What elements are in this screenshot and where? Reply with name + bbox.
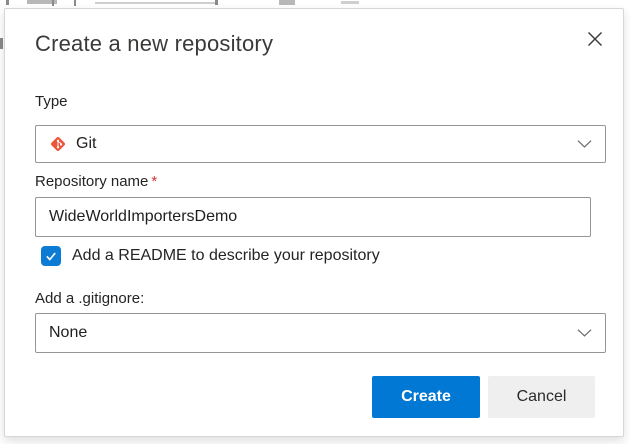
- gitignore-label: Add a .gitignore:: [35, 290, 145, 307]
- repository-name-label-text: Repository name: [35, 173, 149, 190]
- type-dropdown-value: Git: [76, 135, 97, 152]
- gitignore-dropdown[interactable]: None: [35, 313, 606, 353]
- repository-name-input[interactable]: [35, 197, 591, 237]
- git-icon: [49, 135, 67, 153]
- screen: Create a new repository Type Git Reposit…: [0, 0, 630, 444]
- background-fragment: [95, 2, 215, 4]
- repository-name-label: Repository name *: [35, 173, 157, 190]
- chevron-down-icon: [577, 140, 592, 148]
- background-fragment: [215, 0, 218, 5]
- readme-checkbox[interactable]: [41, 246, 61, 266]
- create-repository-dialog: Create a new repository Type Git Reposit…: [4, 8, 624, 437]
- background-fragment: [341, 1, 359, 4]
- background-fragment: [74, 0, 76, 6]
- create-button[interactable]: Create: [372, 376, 480, 418]
- background-fragment: [0, 38, 3, 49]
- close-button[interactable]: [583, 27, 607, 51]
- dialog-title: Create a new repository: [35, 31, 274, 56]
- readme-label: Add a README to describe your repository: [72, 247, 380, 264]
- gitignore-dropdown-value: None: [49, 324, 88, 341]
- chevron-down-icon: [577, 329, 592, 337]
- cancel-button[interactable]: Cancel: [488, 376, 595, 418]
- type-dropdown[interactable]: Git: [35, 125, 606, 163]
- background-fragment: [6, 0, 9, 5]
- required-marker: *: [151, 173, 158, 190]
- checkmark-icon: [46, 252, 56, 261]
- background-fragment: [279, 0, 295, 5]
- type-label: Type: [35, 93, 68, 110]
- readme-checkbox-row[interactable]: Add a README to describe your repository: [41, 246, 380, 266]
- close-icon: [588, 32, 602, 46]
- background-fragment: [52, 0, 54, 6]
